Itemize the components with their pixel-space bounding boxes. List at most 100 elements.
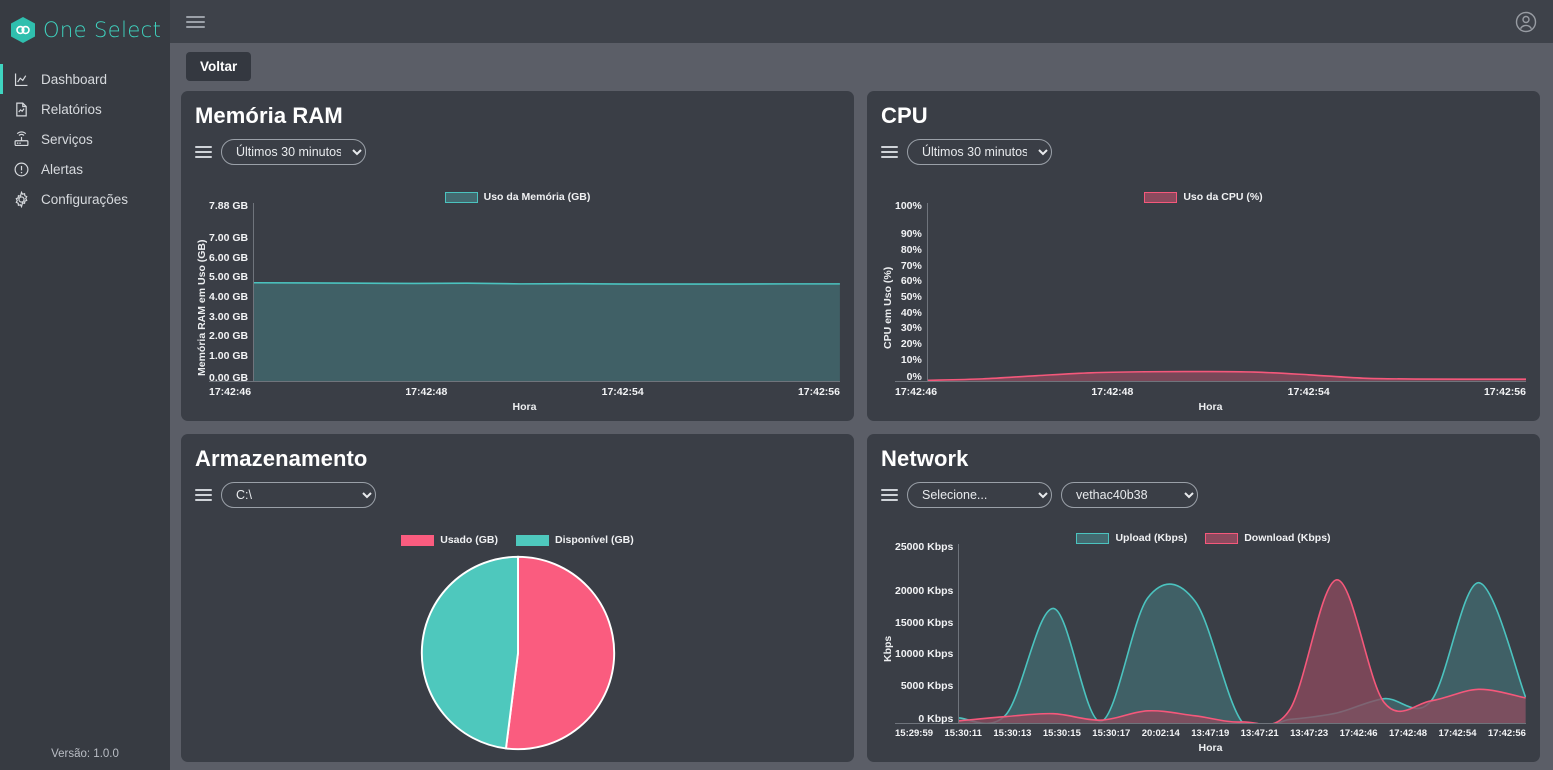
card-title: Memória RAM: [195, 103, 343, 128]
cpu-x-axis-label: Hora: [1198, 401, 1223, 413]
sidebar-item-label: Serviços: [41, 131, 93, 147]
card-title: Network: [881, 446, 969, 471]
network-x-axis: 15:29:59 15:30:11 15:30:13 15:30:15 15:30:17…: [895, 723, 1526, 754]
network-legend: Upload (Kbps) Download (Kbps): [881, 532, 1526, 544]
hamburger-menu-icon[interactable]: [186, 13, 205, 31]
legend-label: Uso da CPU (%): [1183, 191, 1263, 203]
x-tick: 15:29:59: [895, 728, 934, 739]
legend-item: Usado (GB): [401, 534, 498, 546]
brand-name: One Select: [43, 18, 162, 42]
x-tick: 13:47:23: [1290, 728, 1329, 739]
sidebar-nav: Dashboard Relatórios Serviços Alertas Co…: [0, 64, 170, 214]
ram-plot: Memória RAM em Uso (GB) 7.88 GB 7.00 GB …: [195, 200, 840, 413]
sidebar-item-alertas[interactable]: Alertas: [0, 154, 170, 184]
network-y-ticks: 25000 Kbps 20000 Kbps 15000 Kbps 10000 K…: [895, 541, 954, 726]
user-circle-icon[interactable]: [1513, 9, 1539, 35]
x-tick: 17:42:46: [209, 386, 252, 398]
gear-icon: [13, 190, 30, 208]
network-controls: Selecione... vethac40b38: [881, 482, 1526, 508]
hamburger-menu-icon[interactable]: [881, 486, 898, 504]
network-plot: Kbps 25000 Kbps 20000 Kbps 15000 Kbps 10…: [881, 541, 1526, 754]
x-tick: 17:42:46: [895, 386, 938, 398]
card-title: Armazenamento: [195, 446, 368, 471]
ram-y-ticks: 7.88 GB 7.00 GB 6.00 GB 5.00 GB 4.00 GB …: [209, 200, 249, 384]
legend-swatch: [401, 534, 435, 546]
x-tick: 17:42:48: [1389, 728, 1428, 739]
sidebar: One Select Dashboard Relatórios Serviços…: [0, 0, 170, 770]
x-tick: 15:30:15: [1042, 728, 1081, 739]
brand[interactable]: One Select: [0, 0, 170, 58]
sidebar-item-servicos[interactable]: Serviços: [0, 124, 170, 154]
ram-x-ticks: 17:42:46 17:42:48 17:42:54 17:42:56: [209, 382, 840, 398]
network-x-ticks: 15:29:59 15:30:11 15:30:13 15:30:15 15:30:17…: [895, 724, 1526, 739]
network-mode-select[interactable]: Selecione...: [907, 482, 1052, 508]
legend-swatch: [515, 534, 549, 546]
card-title: CPU: [881, 103, 928, 128]
ram-chart-canvas[interactable]: [253, 203, 840, 381]
ram-x-axis-label: Hora: [512, 401, 537, 413]
x-tick: 20:02:14: [1141, 728, 1180, 739]
x-tick: 17:42:56: [1487, 728, 1526, 739]
ram-y-axis-label: Memória RAM em Uso (GB): [196, 239, 208, 377]
legend-item: Disponível (GB): [515, 534, 634, 546]
sidebar-item-label: Alertas: [41, 161, 84, 177]
x-tick: 17:42:54: [601, 386, 644, 398]
legend-label: Uso da Memória (GB): [483, 191, 591, 203]
network-chart-canvas[interactable]: [958, 544, 1526, 723]
network-x-axis-label: Hora: [1198, 742, 1223, 754]
x-tick: 17:42:56: [1483, 386, 1526, 398]
hamburger-menu-icon[interactable]: [881, 143, 898, 161]
sidebar-item-configuracoes[interactable]: Configurações: [0, 184, 170, 214]
legend-label: Upload (Kbps): [1115, 532, 1188, 544]
card-cpu: CPU Últimos 30 minutos Uso da CPU (%) CP…: [867, 91, 1540, 421]
back-button[interactable]: Voltar: [186, 52, 252, 81]
legend-item: Uso da CPU (%): [1144, 191, 1263, 203]
main-content: Voltar Memória RAM Últimos 30 minutos Us…: [170, 0, 1553, 770]
ram-legend: Uso da Memória (GB): [195, 191, 840, 203]
sidebar-item-dashboard[interactable]: Dashboard: [0, 64, 170, 94]
y-tick: 25000 Kbps: [895, 541, 954, 553]
y-tick: 0.00 GB: [209, 371, 249, 384]
ram-controls: Últimos 30 minutos: [195, 139, 840, 165]
x-tick: 17:42:46: [1339, 728, 1378, 739]
sidebar-item-relatorios[interactable]: Relatórios: [0, 94, 170, 124]
card-network: Network Selecione... vethac40b38 Upload …: [867, 434, 1540, 762]
hamburger-menu-icon[interactable]: [195, 143, 212, 161]
cpu-x-axis: 17:42:46 17:42:48 17:42:54 17:42:56 Hora: [895, 381, 1526, 413]
alert-circle-icon: [13, 161, 30, 178]
legend-swatch: [1144, 191, 1178, 203]
legend-label: Disponível (GB): [554, 534, 634, 546]
router-icon: [13, 130, 30, 148]
x-tick: 15:30:11: [944, 728, 982, 739]
cpu-chart-canvas[interactable]: [926, 203, 1526, 381]
x-tick: 17:42:48: [405, 386, 448, 398]
card-memoria-ram: Memória RAM Últimos 30 minutos Uso da Me…: [181, 91, 854, 421]
y-tick: 7.88 GB: [209, 200, 249, 212]
sidebar-item-label: Relatórios: [41, 101, 102, 117]
document-report-icon: [13, 101, 30, 118]
cpu-legend: Uso da CPU (%): [881, 191, 1526, 203]
legend-swatch: [444, 191, 478, 203]
cpu-plot: CPU em Uso (%) 100% 90% 80% 70% 60% 50% …: [881, 200, 1526, 413]
storage-drive-select[interactable]: C:\: [221, 482, 376, 508]
legend-item: Upload (Kbps): [1076, 532, 1187, 544]
cpu-range-select[interactable]: Últimos 30 minutos: [907, 139, 1052, 165]
x-tick: 17:42:48: [1091, 386, 1134, 398]
hamburger-menu-icon[interactable]: [195, 486, 212, 504]
storage-pie-chart[interactable]: [195, 546, 840, 754]
legend-label: Usado (GB): [440, 534, 498, 546]
app-root: One Select Dashboard Relatórios Serviços…: [0, 0, 1553, 770]
cpu-x-ticks: 17:42:46 17:42:48 17:42:54 17:42:56: [895, 382, 1526, 398]
card-armazenamento: Armazenamento C:\ Usado (GB) Disponível …: [181, 434, 854, 762]
legend-item: Download (Kbps): [1205, 532, 1331, 544]
x-tick: 15:30:17: [1092, 728, 1131, 739]
ram-range-select[interactable]: Últimos 30 minutos: [221, 139, 366, 165]
legend-swatch: [1076, 532, 1110, 544]
legend-item: Uso da Memória (GB): [444, 191, 591, 203]
y-tick: 100%: [895, 200, 922, 212]
dashboard-grid: Memória RAM Últimos 30 minutos Uso da Me…: [170, 91, 1553, 770]
infinity-hexagon-logo-icon: [10, 16, 36, 44]
sidebar-item-label: Configurações: [41, 191, 129, 207]
x-tick: 15:30:13: [993, 728, 1032, 739]
network-interface-select[interactable]: vethac40b38: [1061, 482, 1198, 508]
